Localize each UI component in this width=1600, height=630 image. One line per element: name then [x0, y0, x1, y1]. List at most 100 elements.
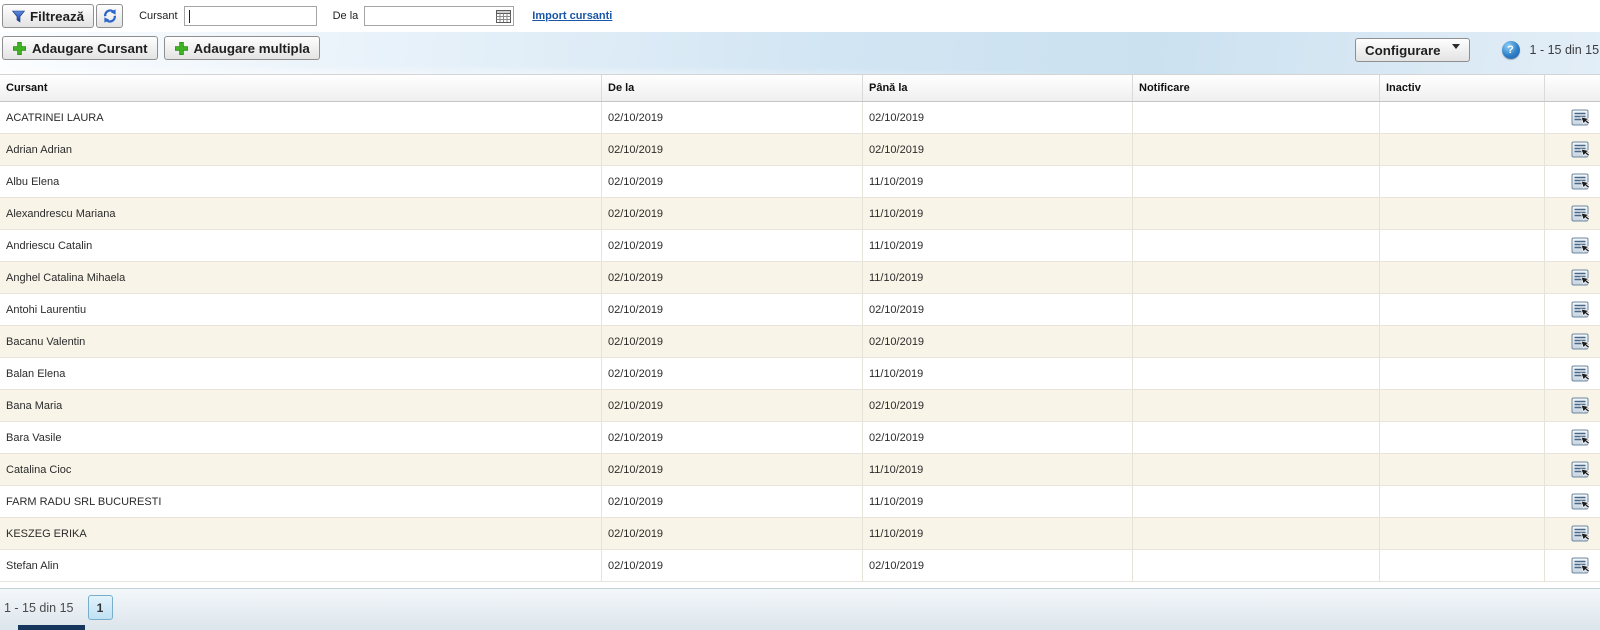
cell-inactiv — [1380, 294, 1545, 325]
cell-pana-la: 11/10/2019 — [863, 166, 1133, 197]
page-1-button[interactable]: 1 — [88, 595, 113, 620]
actions-cell — [1545, 198, 1600, 229]
cell-inactiv — [1380, 230, 1545, 261]
row-action-icon[interactable] — [1571, 173, 1591, 191]
cell-pana-la: 02/10/2019 — [863, 294, 1133, 325]
cell-pana-la: 11/10/2019 — [863, 262, 1133, 293]
table-row[interactable]: Bara Vasile02/10/201902/10/2019 — [0, 422, 1600, 454]
column-header-inactiv[interactable]: Inactiv — [1380, 75, 1545, 101]
row-action-icon[interactable] — [1571, 397, 1591, 415]
cell-pana-la: 11/10/2019 — [863, 358, 1133, 389]
cell-pana-la: 02/10/2019 — [863, 550, 1133, 581]
cell-inactiv — [1380, 358, 1545, 389]
table-row[interactable]: ACATRINEI LAURA02/10/201902/10/2019 — [0, 102, 1600, 134]
cell-pana-la: 11/10/2019 — [863, 230, 1133, 261]
footer-record-count: 1 - 15 din 15 — [4, 601, 74, 615]
action-toolbar: Adaugare Cursant Adaugare multipla Confi… — [0, 32, 1600, 74]
cell-de-la: 02/10/2019 — [602, 390, 863, 421]
cell-de-la: 02/10/2019 — [602, 198, 863, 229]
cell-de-la: 02/10/2019 — [602, 166, 863, 197]
row-action-icon[interactable] — [1571, 461, 1591, 479]
table-row[interactable]: Anghel Catalina Mihaela02/10/201911/10/2… — [0, 262, 1600, 294]
refresh-button[interactable] — [96, 4, 123, 28]
cell-pana-la: 02/10/2019 — [863, 134, 1133, 165]
column-header-pana-la[interactable]: Până la — [863, 75, 1133, 101]
table-row[interactable]: Andriescu Catalin02/10/201911/10/2019 — [0, 230, 1600, 262]
row-action-icon[interactable] — [1571, 269, 1591, 287]
cell-inactiv — [1380, 198, 1545, 229]
actions-cell — [1545, 390, 1600, 421]
grid-body: ACATRINEI LAURA02/10/201902/10/2019Adria… — [0, 102, 1600, 582]
pagination-footer: 1 - 15 din 15 1 — [0, 588, 1600, 630]
cell-cursant: Antohi Laurentiu — [0, 294, 602, 325]
cell-inactiv — [1380, 166, 1545, 197]
filter-button-label: Filtrează — [30, 9, 84, 24]
table-row[interactable]: KESZEG ERIKA02/10/201911/10/2019 — [0, 518, 1600, 550]
cell-notificare — [1133, 422, 1380, 453]
actions-cell — [1545, 262, 1600, 293]
row-action-icon[interactable] — [1571, 365, 1591, 383]
cell-pana-la: 02/10/2019 — [863, 422, 1133, 453]
table-row[interactable]: FARM RADU SRL BUCURESTI02/10/201911/10/2… — [0, 486, 1600, 518]
cell-inactiv — [1380, 486, 1545, 517]
configurare-button[interactable]: Configurare — [1355, 38, 1470, 62]
actions-cell — [1545, 134, 1600, 165]
add-cursant-button[interactable]: Adaugare Cursant — [2, 36, 158, 60]
column-header-notificare[interactable]: Notificare — [1133, 75, 1380, 101]
cell-notificare — [1133, 518, 1380, 549]
cell-pana-la: 02/10/2019 — [863, 102, 1133, 133]
row-action-icon[interactable] — [1571, 525, 1591, 543]
add-multiple-label: Adaugare multipla — [194, 41, 310, 56]
status-popup-edge — [18, 625, 85, 630]
table-row[interactable]: Antohi Laurentiu02/10/201902/10/2019 — [0, 294, 1600, 326]
row-action-icon[interactable] — [1571, 493, 1591, 511]
table-row[interactable]: Bacanu Valentin02/10/201902/10/2019 — [0, 326, 1600, 358]
row-action-icon[interactable] — [1571, 109, 1591, 127]
cell-cursant: Andriescu Catalin — [0, 230, 602, 261]
table-row[interactable]: Alexandrescu Mariana02/10/201911/10/2019 — [0, 198, 1600, 230]
column-header-de-la[interactable]: De la — [602, 75, 863, 101]
actions-cell — [1545, 518, 1600, 549]
cell-inactiv — [1380, 326, 1545, 357]
cursant-input[interactable] — [185, 7, 316, 25]
cell-pana-la: 02/10/2019 — [863, 390, 1133, 421]
cell-pana-la: 11/10/2019 — [863, 198, 1133, 229]
actions-cell — [1545, 358, 1600, 389]
row-action-icon[interactable] — [1571, 237, 1591, 255]
de-la-input[interactable] — [365, 7, 493, 25]
add-multiple-button[interactable]: Adaugare multipla — [164, 36, 320, 60]
row-action-icon[interactable] — [1571, 557, 1591, 575]
table-row[interactable]: Balan Elena02/10/201911/10/2019 — [0, 358, 1600, 390]
text-caret — [189, 10, 190, 23]
column-header-cursant[interactable]: Cursant — [0, 75, 602, 101]
de-la-input-wrap — [364, 6, 514, 26]
cell-de-la: 02/10/2019 — [602, 326, 863, 357]
table-row[interactable]: Bana Maria02/10/201902/10/2019 — [0, 390, 1600, 422]
help-icon[interactable]: ? — [1502, 41, 1520, 59]
cell-de-la: 02/10/2019 — [602, 486, 863, 517]
import-cursanti-link[interactable]: Import cursanti — [532, 10, 612, 22]
filter-button[interactable]: Filtrează — [2, 4, 94, 28]
calendar-icon[interactable] — [494, 8, 512, 24]
row-action-icon[interactable] — [1571, 301, 1591, 319]
cell-de-la: 02/10/2019 — [602, 262, 863, 293]
actions-cell — [1545, 422, 1600, 453]
cell-cursant: Catalina Cioc — [0, 454, 602, 485]
configurare-label: Configurare — [1365, 43, 1441, 58]
cell-cursant: Bana Maria — [0, 390, 602, 421]
cell-notificare — [1133, 198, 1380, 229]
table-row[interactable]: Catalina Cioc02/10/201911/10/2019 — [0, 454, 1600, 486]
row-action-icon[interactable] — [1571, 141, 1591, 159]
row-action-icon[interactable] — [1571, 429, 1591, 447]
row-action-icon[interactable] — [1571, 205, 1591, 223]
table-row[interactable]: Stefan Alin02/10/201902/10/2019 — [0, 550, 1600, 582]
row-action-icon[interactable] — [1571, 333, 1591, 351]
cell-cursant: Albu Elena — [0, 166, 602, 197]
cell-notificare — [1133, 262, 1380, 293]
cell-notificare — [1133, 550, 1380, 581]
table-row[interactable]: Albu Elena02/10/201911/10/2019 — [0, 166, 1600, 198]
cell-inactiv — [1380, 454, 1545, 485]
cell-de-la: 02/10/2019 — [602, 422, 863, 453]
table-row[interactable]: Adrian Adrian02/10/201902/10/2019 — [0, 134, 1600, 166]
cell-de-la: 02/10/2019 — [602, 358, 863, 389]
